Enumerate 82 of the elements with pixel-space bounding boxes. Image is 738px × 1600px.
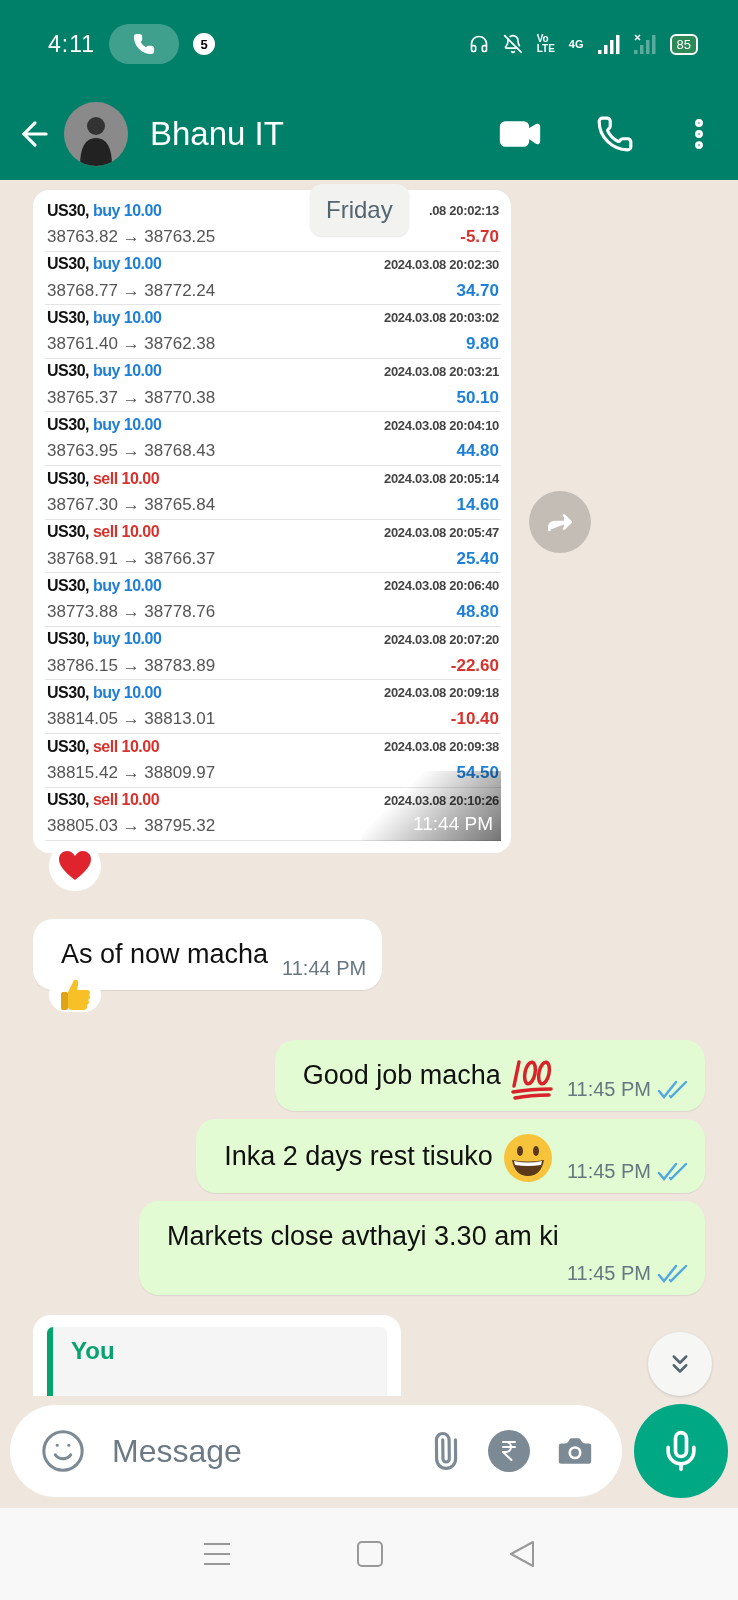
- trade-date: 2024.03.08 20:07:20: [384, 631, 499, 647]
- trade-prices: 38767.30 → 38765.84: [47, 494, 217, 515]
- trade-title: US30, buy 10.00: [47, 416, 162, 434]
- menu-nav-button[interactable]: [203, 1542, 231, 1566]
- trade-prices: 38763.95 → 38768.43: [47, 441, 217, 462]
- trade-profit: 9.80: [464, 334, 499, 355]
- trade-profit: -22.60: [449, 655, 499, 676]
- heart-icon: [58, 851, 92, 882]
- phone-icon: [133, 33, 156, 55]
- message-text: Markets close avthayi 3.30 am ki: [166, 1220, 559, 1254]
- trade-prices: 38768.91 → 38766.37: [47, 548, 217, 569]
- battery-level: 85: [669, 33, 698, 55]
- contact-name[interactable]: Bhanu IT: [150, 115, 488, 153]
- trade-profit: 50.10: [455, 387, 499, 408]
- trade-title: US30, buy 10.00: [47, 630, 162, 649]
- trade-title: US30, buy 10.00: [47, 201, 162, 220]
- trade-date: 2024.03.08 20:05:47: [384, 524, 499, 540]
- trade-prices: 38786.15 → 38783.89: [47, 655, 217, 676]
- trade-prices: 38814.05 → 38813.01: [47, 709, 217, 730]
- headset-icon: [468, 34, 489, 54]
- trade-title: US30, buy 10.00: [47, 684, 162, 702]
- quoted-message[interactable]: You: [47, 1327, 387, 1396]
- trade-title: US30, sell 10.00: [47, 791, 160, 810]
- trade-title: US30, sell 10.00: [47, 737, 160, 756]
- volte-label: Vo LTE: [536, 34, 555, 54]
- trade-prices: 38773.88 → 38778.76: [47, 602, 217, 623]
- bell-off-icon: [502, 34, 523, 54]
- message-time: 11:45 PM: [566, 1262, 651, 1286]
- thumbs-up-icon: [59, 978, 91, 1013]
- date-chip: Friday: [310, 184, 409, 236]
- trade-prices: 38761.40 → 38762.38: [47, 334, 217, 355]
- trade-title: US30, buy 10.00: [47, 362, 162, 381]
- trade-title: US30, sell 10.00: [47, 523, 160, 542]
- quote-author: You: [71, 1337, 115, 1365]
- home-nav-button[interactable]: [357, 1541, 383, 1567]
- message-time: 11:44 PM: [413, 813, 493, 836]
- trade-date: 2024.03.08 20:03:21: [384, 363, 499, 379]
- trade-profit: 48.80: [455, 602, 499, 623]
- status-time: 4:11: [48, 30, 96, 58]
- trade-date: .08 20:02:13: [428, 203, 499, 219]
- trade-date: 2024.03.08 20:09:38: [384, 739, 499, 755]
- trade-date: 2024.03.08 20:04:10: [384, 417, 499, 433]
- trade-prices: 38805.03 → 38795.32: [47, 816, 217, 837]
- trade-title: US30, buy 10.00: [47, 255, 162, 274]
- message-time: 11:44 PM: [282, 957, 367, 981]
- trade-profit: 14.60: [455, 494, 499, 515]
- back-nav-button[interactable]: [509, 1540, 535, 1568]
- scroll-down-button[interactable]: [648, 1332, 712, 1396]
- trade-date: 2024.03.08 20:02:30: [384, 256, 499, 272]
- notification-count: 5: [193, 33, 216, 55]
- trade-profit: 54.50: [455, 762, 499, 783]
- trade-date: 2024.03.08 20:10:26: [384, 792, 499, 808]
- trade-date: 2024.03.08 20:03:02: [384, 310, 499, 326]
- trade-prices: 38768.77 → 38772.24: [47, 280, 217, 301]
- message-text: Good job macha: [301, 1059, 501, 1093]
- message-text: As of now macha: [60, 938, 269, 972]
- message-field[interactable]: Message: [110, 1431, 402, 1471]
- ongoing-call-chip[interactable]: [109, 24, 180, 64]
- signal-icon: [597, 34, 620, 54]
- network-label: 4G: [568, 38, 584, 50]
- trade-date: 2024.03.08 20:09:18: [384, 685, 499, 701]
- grinning-face-icon: [502, 1133, 553, 1184]
- trade-profit: 44.80: [455, 441, 499, 462]
- no-signal-icon: [633, 34, 656, 54]
- trade-profit: 34.70: [455, 280, 499, 301]
- trade-prices: 38815.42 → 38809.97: [47, 762, 217, 783]
- trade-profit: 25.40: [455, 548, 499, 569]
- trade-title: US30, sell 10.00: [47, 469, 160, 488]
- trade-date: 2024.03.08 20:05:14: [384, 471, 499, 487]
- trade-prices: 38765.37 → 38770.38: [47, 387, 217, 408]
- message-time: 11:45 PM: [566, 1160, 651, 1184]
- emoji-button[interactable]: [40, 1428, 86, 1474]
- trade-profit: -5.70: [459, 226, 499, 247]
- message-time: 11:45 PM: [566, 1078, 651, 1102]
- call-button[interactable]: [596, 115, 634, 153]
- trade-date: 2024.03.08 20:06:40: [384, 578, 499, 594]
- trade-profit: -10.40: [449, 709, 499, 730]
- payment-button[interactable]: [488, 1430, 530, 1472]
- message-text: Inka 2 days rest tisuko: [223, 1139, 493, 1173]
- trade-title: US30, buy 10.00: [47, 308, 162, 327]
- trade-prices: 38763.82 → 38763.25: [47, 226, 217, 247]
- trade-title: US30, buy 10.00: [47, 576, 162, 595]
